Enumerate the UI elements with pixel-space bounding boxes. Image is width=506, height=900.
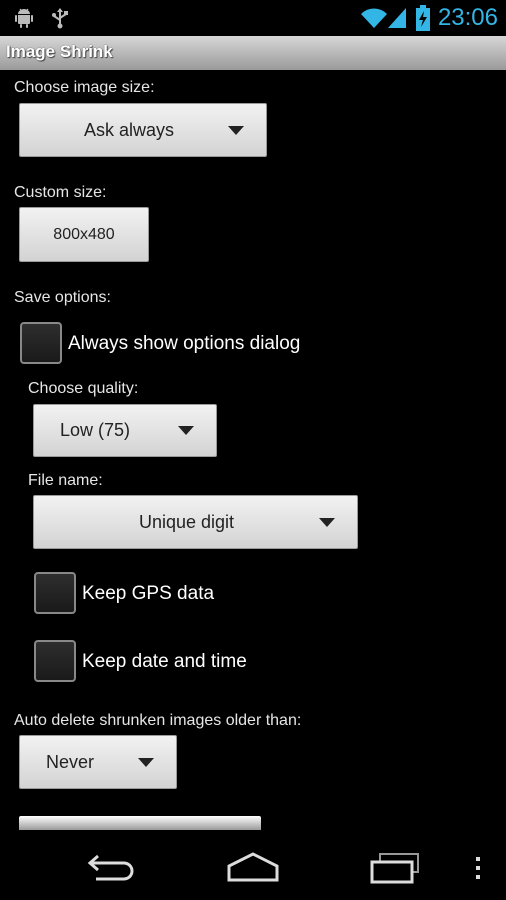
gps-checkbox[interactable] [34,572,76,614]
wifi-icon [360,6,388,35]
image-size-spinner[interactable]: Ask always [19,103,267,157]
quality-spinner[interactable]: Low (75) [33,404,217,457]
quality-value: Low (75) [60,420,131,440]
options-dialog-checkbox[interactable] [20,322,62,364]
menu-icon[interactable] [474,856,482,885]
back-icon[interactable] [86,850,138,889]
save-options-label: Save options: [14,289,111,306]
auto-delete-spinner[interactable]: Never [19,735,177,789]
partial-button[interactable] [19,816,261,830]
custom-size-label: Custom size: [14,184,107,201]
image-size-value: Ask always [83,119,175,140]
status-bar: 23:06 [0,0,506,36]
chevron-down-icon [138,757,154,767]
status-time: 23:06 [437,4,498,31]
chevron-down-icon [178,426,194,435]
custom-size-value: 800x480 [53,225,115,243]
usb-icon [48,6,72,35]
battery-charging-icon [416,5,430,36]
action-bar: Image Shrink [0,36,506,70]
android-debug-icon [12,6,36,35]
app-title: Image Shrink [6,42,113,61]
filename-label: File name: [28,472,103,489]
auto-delete-value: Never [46,751,95,772]
custom-size-button[interactable]: 800x480 [19,207,149,262]
options-dialog-label: Always show options dialog [68,333,301,354]
datetime-label: Keep date and time [82,651,247,672]
datetime-checkbox[interactable] [34,640,76,682]
chevron-down-icon [319,517,335,527]
recent-apps-icon[interactable] [368,852,422,889]
filename-spinner[interactable]: Unique digit [33,495,358,549]
navigation-bar [0,830,506,900]
auto-delete-label: Auto delete shrunken images older than: [14,712,302,729]
quality-label: Choose quality: [28,380,139,397]
image-size-label: Choose image size: [14,79,155,96]
gps-label: Keep GPS data [82,583,215,604]
signal-icon [386,6,408,35]
chevron-down-icon [228,125,244,135]
filename-value: Unique digit [138,511,235,532]
home-icon[interactable] [226,850,280,889]
